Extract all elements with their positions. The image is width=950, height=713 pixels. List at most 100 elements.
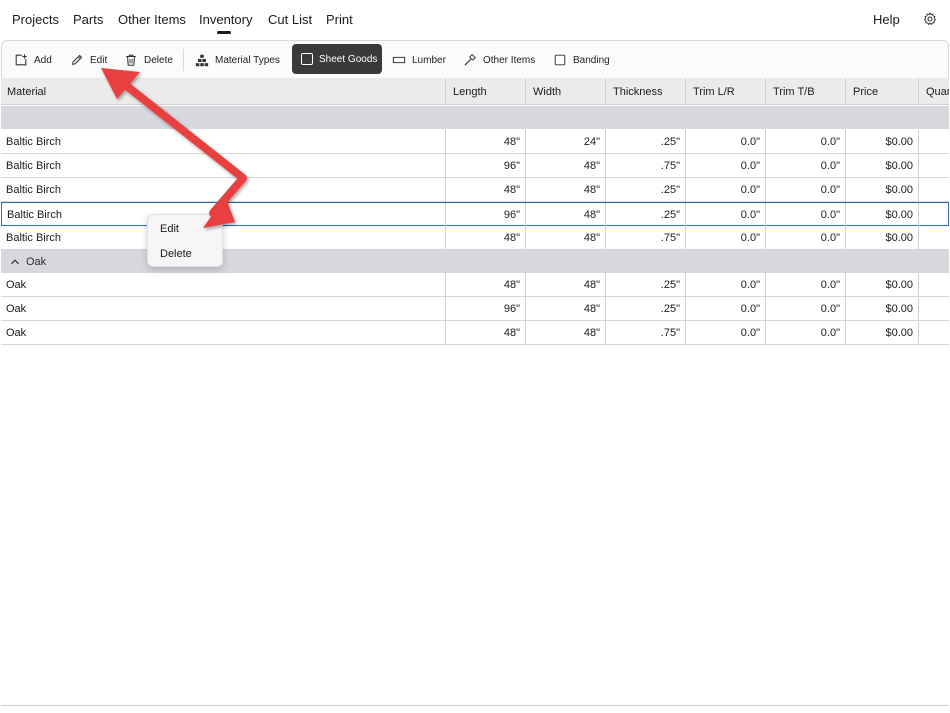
cell-price: $0.00 bbox=[845, 226, 918, 249]
cell-width: 24" bbox=[525, 130, 605, 153]
cell-material: Baltic Birch bbox=[6, 136, 62, 148]
cell-price: $0.00 bbox=[845, 297, 918, 320]
cell-price: $0.00 bbox=[845, 203, 918, 226]
material-types-button[interactable]: Material Types bbox=[195, 50, 280, 70]
cell-material: Baltic Birch bbox=[6, 160, 62, 172]
column-header-material[interactable]: Material bbox=[1, 78, 445, 105]
cell-quantity bbox=[918, 154, 949, 177]
cell-width: 48" bbox=[525, 203, 605, 226]
delete-label: Delete bbox=[144, 54, 173, 66]
tab-other-items[interactable]: Other Items bbox=[118, 12, 186, 27]
cell-width: 48" bbox=[525, 154, 605, 177]
table-row-selected[interactable]: Baltic Birch 96" 48" .25" 0.0" 0.0" $0.0… bbox=[1, 202, 949, 226]
context-menu-delete[interactable]: Delete bbox=[160, 248, 192, 260]
gear-icon[interactable] bbox=[923, 12, 937, 26]
cell-quantity bbox=[918, 321, 949, 344]
cell-width: 48" bbox=[525, 321, 605, 344]
cell-trim-lr: 0.0" bbox=[685, 273, 765, 296]
cell-trim-lr: 0.0" bbox=[685, 203, 765, 226]
cell-quantity bbox=[918, 178, 949, 201]
column-header-length[interactable]: Length bbox=[445, 78, 525, 105]
cell-trim-lr: 0.0" bbox=[685, 154, 765, 177]
banding-toggle[interactable]: Banding bbox=[553, 50, 610, 70]
cell-trim-lr: 0.0" bbox=[685, 226, 765, 249]
tab-cut-list[interactable]: Cut List bbox=[268, 12, 312, 27]
group-name: Oak bbox=[26, 256, 47, 268]
sheet-goods-label: Sheet Goods bbox=[319, 53, 378, 65]
other-items-toggle[interactable]: Other Items bbox=[463, 50, 535, 70]
cell-price: $0.00 bbox=[845, 321, 918, 344]
lumber-toggle[interactable]: Lumber bbox=[392, 50, 446, 70]
add-button[interactable]: Add bbox=[14, 50, 52, 70]
cell-length: 96" bbox=[445, 203, 525, 226]
add-label: Add bbox=[34, 54, 52, 66]
lumber-icon bbox=[392, 56, 406, 64]
trash-icon bbox=[126, 54, 136, 66]
table-row[interactable]: Baltic Birch 48" 24" .25" 0.0" 0.0" $0.0… bbox=[1, 130, 949, 154]
column-header-price[interactable]: Price bbox=[845, 78, 918, 105]
table-row[interactable]: Baltic Birch 48" 48" .75" 0.0" 0.0" $0.0… bbox=[1, 226, 949, 250]
tab-inventory[interactable]: Inventory bbox=[199, 12, 252, 27]
context-menu: Edit Delete bbox=[147, 214, 223, 267]
cell-width: 48" bbox=[525, 297, 605, 320]
other-items-label: Other Items bbox=[483, 54, 536, 66]
cell-width: 48" bbox=[525, 226, 605, 249]
tab-projects[interactable]: Projects bbox=[12, 12, 59, 27]
edit-label: Edit bbox=[90, 54, 108, 66]
column-header-trim-lr[interactable]: Trim L/R bbox=[685, 78, 765, 105]
table-row[interactable]: Baltic Birch 48" 48" .25" 0.0" 0.0" $0.0… bbox=[1, 178, 949, 202]
cell-thickness: .25" bbox=[605, 130, 685, 153]
lumber-label: Lumber bbox=[412, 54, 446, 66]
column-header-width[interactable]: Width bbox=[525, 78, 605, 105]
material-types-icon bbox=[195, 54, 209, 67]
active-tab-indicator bbox=[217, 31, 231, 34]
table-row[interactable]: Oak 48" 48" .75" 0.0" 0.0" $0.00 bbox=[1, 321, 949, 345]
help-link[interactable]: Help bbox=[873, 12, 900, 27]
cell-quantity bbox=[918, 226, 949, 249]
toolbar: Add Edit Delete Material Types Sheet Goo… bbox=[1, 40, 949, 78]
column-header-thickness[interactable]: Thickness bbox=[605, 78, 685, 105]
cell-trim-tb: 0.0" bbox=[765, 321, 845, 344]
column-header-trim-tb[interactable]: Trim T/B bbox=[765, 78, 845, 105]
column-header-quantity[interactable]: Quan bbox=[918, 78, 949, 105]
cell-thickness: .25" bbox=[605, 203, 685, 226]
checkbox-icon bbox=[554, 54, 566, 66]
cell-length: 48" bbox=[445, 226, 525, 249]
edit-button[interactable]: Edit bbox=[70, 50, 107, 70]
toolbar-divider bbox=[183, 49, 184, 71]
material-types-label: Material Types bbox=[215, 54, 280, 66]
hammer-icon bbox=[464, 54, 476, 66]
tab-parts[interactable]: Parts bbox=[73, 12, 103, 27]
cell-material: Oak bbox=[6, 279, 27, 291]
sheet-goods-toggle[interactable]: Sheet Goods bbox=[292, 44, 382, 74]
cell-length: 96" bbox=[445, 297, 525, 320]
cell-material: Baltic Birch bbox=[6, 184, 62, 196]
table-row[interactable]: Oak 96" 48" .25" 0.0" 0.0" $0.00 bbox=[1, 297, 949, 321]
inventory-grid: Material Length Width Thickness Trim L/R… bbox=[1, 78, 949, 708]
cell-quantity bbox=[918, 297, 949, 320]
cell-trim-lr: 0.0" bbox=[685, 130, 765, 153]
cell-quantity bbox=[918, 203, 949, 226]
checkbox-icon bbox=[301, 53, 313, 65]
delete-button[interactable]: Delete bbox=[124, 50, 173, 70]
cell-trim-lr: 0.0" bbox=[685, 321, 765, 344]
cell-length: 48" bbox=[445, 130, 525, 153]
add-icon bbox=[15, 54, 27, 66]
table-row[interactable]: Oak 48" 48" .25" 0.0" 0.0" $0.00 bbox=[1, 273, 949, 297]
cell-thickness: .75" bbox=[605, 321, 685, 344]
group-header-baltic-birch[interactable] bbox=[1, 106, 949, 129]
cell-length: 48" bbox=[445, 178, 525, 201]
cell-trim-tb: 0.0" bbox=[765, 178, 845, 201]
grid-header: Material Length Width Thickness Trim L/R… bbox=[1, 78, 949, 105]
cell-material: Oak bbox=[6, 327, 27, 339]
chevron-up-icon bbox=[11, 259, 19, 265]
cell-thickness: .25" bbox=[605, 273, 685, 296]
cell-length: 48" bbox=[445, 273, 525, 296]
grid-bottom-border bbox=[1, 705, 949, 708]
context-menu-edit[interactable]: Edit bbox=[160, 223, 179, 235]
group-header-oak[interactable]: Oak bbox=[1, 250, 949, 273]
cell-price: $0.00 bbox=[845, 154, 918, 177]
cell-thickness: .75" bbox=[605, 226, 685, 249]
tab-print[interactable]: Print bbox=[326, 12, 353, 27]
table-row[interactable]: Baltic Birch 96" 48" .75" 0.0" 0.0" $0.0… bbox=[1, 154, 949, 178]
